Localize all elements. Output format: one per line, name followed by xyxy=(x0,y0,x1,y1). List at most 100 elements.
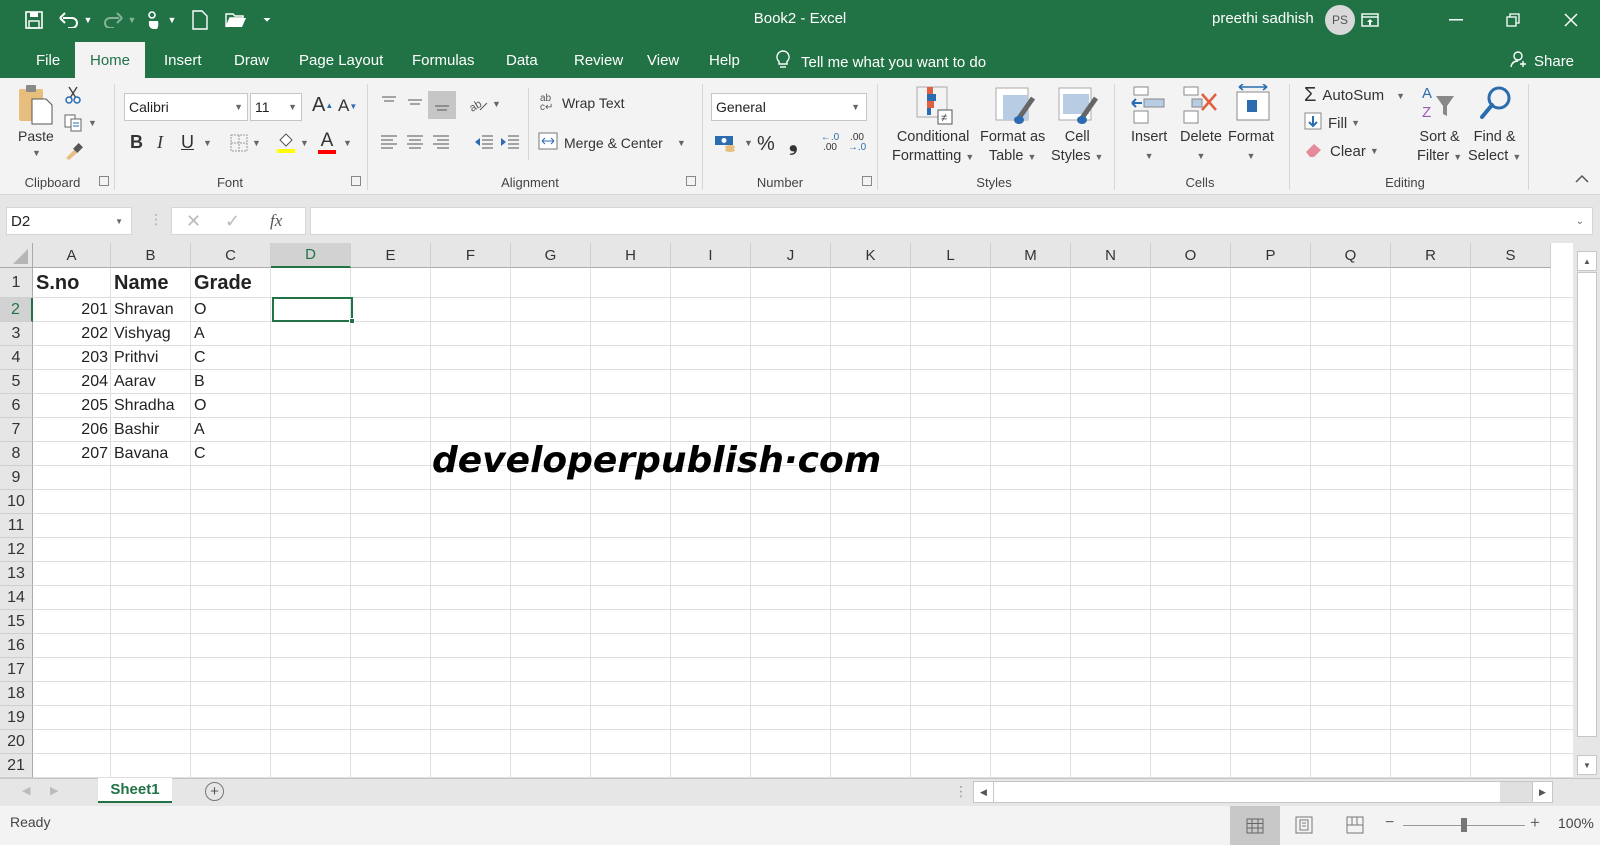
scroll-up-icon[interactable]: ▲ xyxy=(1577,251,1597,271)
fill-button[interactable]: Fill ▼ xyxy=(1304,112,1360,134)
zoom-level[interactable]: 100% xyxy=(1558,815,1594,831)
sno-cell[interactable]: 202 xyxy=(33,322,111,346)
column-header-r[interactable]: R xyxy=(1391,243,1471,268)
conditional-formatting-icon[interactable]: ≠ xyxy=(916,86,954,126)
row-header-8[interactable]: 8 xyxy=(0,442,33,466)
next-sheet-icon[interactable]: ▶ xyxy=(50,784,58,797)
column-header-n[interactable]: N xyxy=(1071,243,1151,268)
close-icon[interactable] xyxy=(1548,4,1594,36)
grade-cell[interactable]: O xyxy=(191,298,271,322)
align-middle-icon[interactable] xyxy=(406,95,424,109)
vertical-scrollbar[interactable]: ▲ ▼ xyxy=(1573,243,1600,778)
align-right-icon[interactable] xyxy=(432,134,450,150)
merge-dropdown-icon[interactable]: ▼ xyxy=(677,138,686,148)
grade-cell[interactable]: O xyxy=(191,394,271,418)
format-painter-icon[interactable] xyxy=(64,142,84,160)
font-color-icon[interactable]: A xyxy=(318,131,336,154)
font-name-select[interactable]: Calibri ▼ xyxy=(124,93,248,121)
column-header-l[interactable]: L xyxy=(911,243,991,268)
column-header-i[interactable]: I xyxy=(671,243,751,268)
tab-split-grip-icon[interactable]: ⋮ xyxy=(954,783,968,800)
page-layout-view-icon[interactable] xyxy=(1295,816,1313,839)
name-cell[interactable]: Shradha xyxy=(111,394,191,418)
clipboard-dialog-launcher-icon[interactable] xyxy=(99,176,109,186)
header-cell[interactable]: Grade xyxy=(191,268,271,298)
increase-font-size-icon[interactable]: A ▲ xyxy=(312,94,333,117)
name-cell[interactable]: Bashir xyxy=(111,418,191,442)
find-select-button[interactable]: Find & Select ▼ xyxy=(1468,128,1521,167)
name-cell[interactable]: Aarav xyxy=(111,370,191,394)
column-header-o[interactable]: O xyxy=(1151,243,1231,268)
grade-cell[interactable]: C xyxy=(191,442,271,466)
restore-icon[interactable] xyxy=(1490,4,1536,36)
accounting-dropdown-icon[interactable]: ▼ xyxy=(744,138,753,148)
column-header-b[interactable]: B xyxy=(111,243,191,268)
column-header-h[interactable]: H xyxy=(591,243,671,268)
column-header-q[interactable]: Q xyxy=(1311,243,1391,268)
header-cell[interactable]: Name xyxy=(111,268,191,298)
header-cell[interactable]: S.no xyxy=(33,268,111,298)
underline-dropdown-icon[interactable]: ▼ xyxy=(203,138,212,148)
format-cells-button[interactable]: Format ▼ xyxy=(1228,128,1274,166)
align-top-icon[interactable] xyxy=(380,95,398,109)
add-sheet-icon[interactable]: + xyxy=(205,782,224,801)
row-header-1[interactable]: 1 xyxy=(0,268,33,298)
copy-icon[interactable]: ▼ xyxy=(64,114,97,132)
zoom-slider-thumb[interactable] xyxy=(1461,818,1467,832)
row-header-18[interactable]: 18 xyxy=(0,682,33,706)
row-header-12[interactable]: 12 xyxy=(0,538,33,562)
row-header-21[interactable]: 21 xyxy=(0,754,33,778)
borders-dropdown-icon[interactable]: ▼ xyxy=(252,138,261,148)
italic-button[interactable]: I xyxy=(157,132,163,153)
row-header-15[interactable]: 15 xyxy=(0,610,33,634)
ribbon-display-options-icon[interactable] xyxy=(1347,4,1393,36)
delete-cells-button[interactable]: Delete ▼ xyxy=(1180,128,1222,166)
tab-file[interactable]: File xyxy=(21,42,75,78)
name-cell[interactable]: Prithvi xyxy=(111,346,191,370)
paste-button[interactable]: Paste xyxy=(18,128,54,144)
column-header-g[interactable]: G xyxy=(511,243,591,268)
column-header-a[interactable]: A xyxy=(33,243,111,268)
formula-input[interactable]: ⌄ xyxy=(310,207,1593,235)
cell-styles-button[interactable]: Cell Styles ▼ xyxy=(1051,128,1103,167)
fill-color-icon[interactable]: ▼ xyxy=(276,132,309,154)
sno-cell[interactable]: 204 xyxy=(33,370,111,394)
column-header-j[interactable]: J xyxy=(751,243,831,268)
conditional-formatting-button[interactable]: Conditional Formatting ▼ xyxy=(892,128,974,167)
tab-page-layout[interactable]: Page Layout xyxy=(284,42,398,78)
column-header-m[interactable]: M xyxy=(991,243,1071,268)
row-header-5[interactable]: 5 xyxy=(0,370,33,394)
row-header-2[interactable]: 2 xyxy=(0,298,33,322)
comma-style-button[interactable]: ❟ xyxy=(789,130,798,156)
font-size-select[interactable]: 11 ▼ xyxy=(250,93,302,121)
tab-help[interactable]: Help xyxy=(694,42,755,78)
enter-icon[interactable]: ✓ xyxy=(225,211,240,232)
select-all-button[interactable] xyxy=(0,243,33,268)
insert-function-icon[interactable]: fx xyxy=(270,211,282,231)
column-header-f[interactable]: F xyxy=(431,243,511,268)
user-name[interactable]: preethi sadhish xyxy=(1212,10,1314,27)
row-header-10[interactable]: 10 xyxy=(0,490,33,514)
row-header-3[interactable]: 3 xyxy=(0,322,33,346)
row-header-4[interactable]: 4 xyxy=(0,346,33,370)
bold-button[interactable]: B xyxy=(130,132,143,153)
align-bottom-icon[interactable] xyxy=(428,91,456,119)
number-format-select[interactable]: General ▼ xyxy=(711,93,867,121)
scroll-left-icon[interactable]: ◀ xyxy=(974,782,994,802)
borders-icon[interactable]: ▼ xyxy=(230,134,261,152)
fill-handle[interactable] xyxy=(349,318,355,324)
delete-cells-icon[interactable] xyxy=(1182,86,1218,124)
row-header-19[interactable]: 19 xyxy=(0,706,33,730)
grade-cell[interactable]: A xyxy=(191,418,271,442)
vertical-scroll-thumb[interactable] xyxy=(1577,272,1597,737)
format-as-table-icon[interactable] xyxy=(995,86,1035,126)
sno-cell[interactable]: 205 xyxy=(33,394,111,418)
underline-button[interactable]: U xyxy=(181,132,194,153)
zoom-out-icon[interactable]: − xyxy=(1385,814,1394,832)
column-header-d[interactable]: D xyxy=(271,243,351,268)
sno-cell[interactable]: 207 xyxy=(33,442,111,466)
tab-insert[interactable]: Insert xyxy=(149,42,217,78)
prev-sheet-icon[interactable]: ◀ xyxy=(22,784,30,797)
horizontal-scroll-track[interactable] xyxy=(1500,782,1532,802)
tab-formulas[interactable]: Formulas xyxy=(397,42,490,78)
